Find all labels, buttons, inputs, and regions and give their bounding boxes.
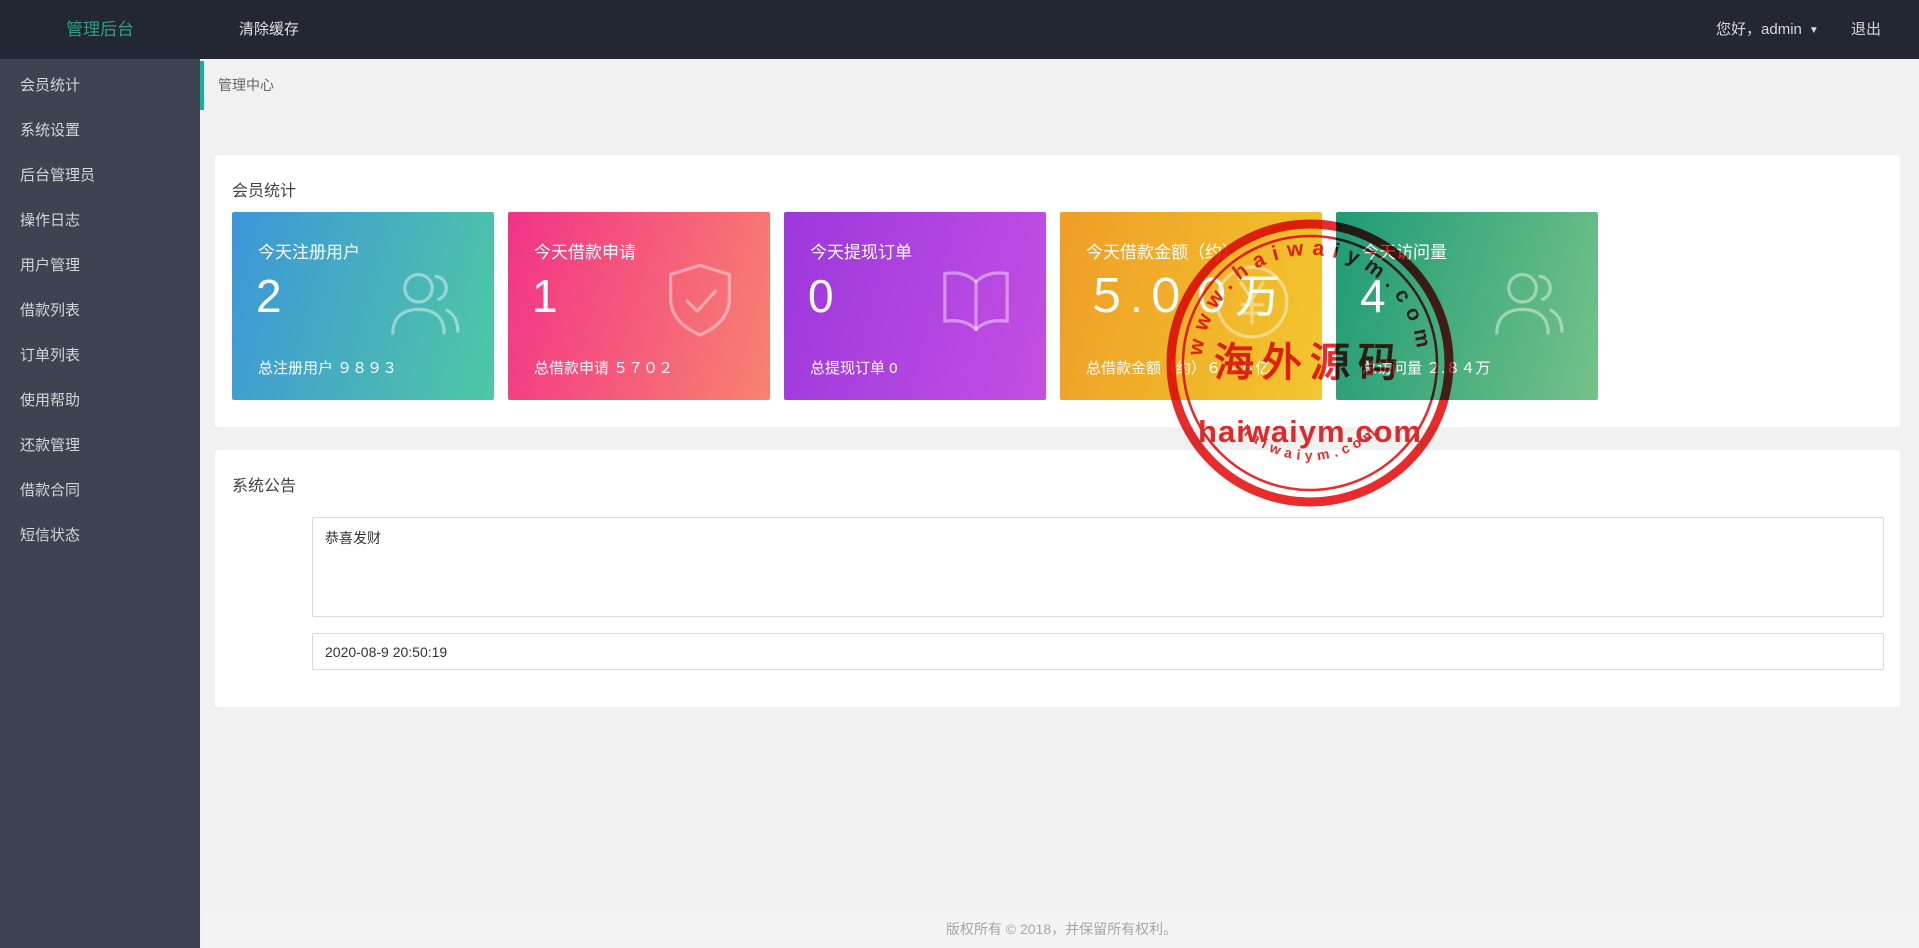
stat-card-value: 4 (1360, 270, 1386, 322)
stat-card-total: 总借款申请 ５７０２ (534, 360, 674, 377)
notice-panel-title: 系统公告 (232, 478, 297, 495)
breadcrumb: 管理中心 (218, 77, 274, 93)
sidebar-item-label: 会员统计 (20, 77, 81, 94)
stat-card-5: 今天访问量 4 总访问量 ２.８４万 (1336, 212, 1598, 400)
sidebar-item-10[interactable]: 借款合同 (0, 468, 200, 513)
sidebar-item-label: 用户管理 (20, 257, 81, 274)
yuan-circle-icon (1208, 258, 1296, 346)
notice-textarea[interactable]: 恭喜发财 (312, 517, 1884, 617)
sidebar-item-7[interactable]: 订单列表 (0, 333, 200, 378)
notice-time-input[interactable] (312, 633, 1884, 670)
open-book-icon (932, 258, 1020, 346)
stat-card-label: 今天提现订单 (810, 243, 912, 262)
sidebar-item-3[interactable]: 后台管理员 (0, 153, 200, 198)
logout-button[interactable]: 退出 (1851, 0, 1881, 59)
stat-card-label: 今天注册用户 (258, 243, 360, 262)
sidebar-item-1[interactable]: 会员统计 (0, 61, 204, 110)
stats-cards-row: 今天注册用户 2 总注册用户 ９８９３ 今天借款申请 1 总借款申请 ５７０２ 今天提现订单… (232, 212, 1598, 400)
sidebar-item-4[interactable]: 操作日志 (0, 198, 200, 243)
brand-title[interactable]: 管理后台 (0, 0, 200, 59)
users-icon (1484, 258, 1572, 346)
shield-check-icon (656, 258, 744, 346)
greeting-label: 您好，admin (1716, 21, 1802, 38)
sidebar-item-label: 借款列表 (20, 302, 81, 319)
stat-card-label: 今天借款申请 (534, 243, 636, 262)
sidebar-item-label: 订单列表 (20, 347, 81, 364)
stat-card-value: 2 (256, 270, 282, 322)
system-notice-panel: 系统公告 恭喜发财 (215, 450, 1900, 707)
sidebar-item-5[interactable]: 用户管理 (0, 243, 200, 288)
stat-card-value: 0 (808, 270, 834, 322)
stat-card-total: 总借款金额（约）６.２６亿 (1086, 360, 1271, 377)
stat-card-4: 今天借款金额（约） ５.００万 总借款金额（约）６.２６亿 (1060, 212, 1322, 400)
clear-cache-button[interactable]: 清除缓存 (222, 0, 316, 59)
top-navbar: 管理后台 清除缓存 您好，admin ▼ 退出 (0, 0, 1919, 59)
sidebar-item-11[interactable]: 短信状态 (0, 513, 200, 558)
stat-card-total: 总注册用户 ９８９３ (258, 360, 398, 377)
sidebar-item-label: 后台管理员 (20, 167, 96, 184)
stat-card-total: 总提现订单 0 (810, 360, 898, 377)
stat-card-label: 今天访问量 (1362, 243, 1447, 262)
sidebar-item-label: 短信状态 (20, 527, 81, 544)
sidebar-item-label: 系统设置 (20, 122, 81, 139)
sidebar-item-9[interactable]: 还款管理 (0, 423, 200, 468)
stats-panel-title: 会员统计 (232, 183, 297, 200)
chevron-down-icon: ▼ (1808, 25, 1819, 36)
member-stats-panel: 会员统计 今天注册用户 2 总注册用户 ９８９３ 今天借款申请 1 总借款申请 ５７０２ 今… (215, 155, 1900, 427)
sidebar-item-label: 还款管理 (20, 437, 81, 454)
active-item-indicator (200, 61, 204, 110)
sidebar-item-8[interactable]: 使用帮助 (0, 378, 200, 423)
stat-card-value: 1 (532, 270, 558, 322)
sidebar-item-6[interactable]: 借款列表 (0, 288, 200, 333)
sidebar-item-label: 操作日志 (20, 212, 81, 229)
footer-copyright: 版权所有 © 2018，并保留所有权利。 (204, 912, 1919, 948)
navbar-right: 您好，admin ▼ 退出 (1716, 0, 1881, 59)
sidebar-item-label: 借款合同 (20, 482, 81, 499)
stat-card-total: 总访问量 ２.８４万 (1362, 360, 1491, 377)
stat-card-3: 今天提现订单 0 总提现订单 0 (784, 212, 1046, 400)
admin-dashboard: 管理后台 清除缓存 您好，admin ▼ 退出 会员统计 系统设置 后台管理员 操作日志… (0, 0, 1919, 948)
sidebar-item-label: 使用帮助 (20, 392, 81, 409)
sidebar-item-2[interactable]: 系统设置 (0, 108, 200, 153)
user-dropdown[interactable]: 您好，admin ▼ (1716, 0, 1819, 60)
users-icon (380, 258, 468, 346)
stat-card-1: 今天注册用户 2 总注册用户 ９８９３ (232, 212, 494, 400)
sidebar-menu: 会员统计系统设置后台管理员操作日志用户管理借款列表订单列表使用帮助还款管理借款合… (0, 59, 204, 948)
stat-card-2: 今天借款申请 1 总借款申请 ５７０２ (508, 212, 770, 400)
